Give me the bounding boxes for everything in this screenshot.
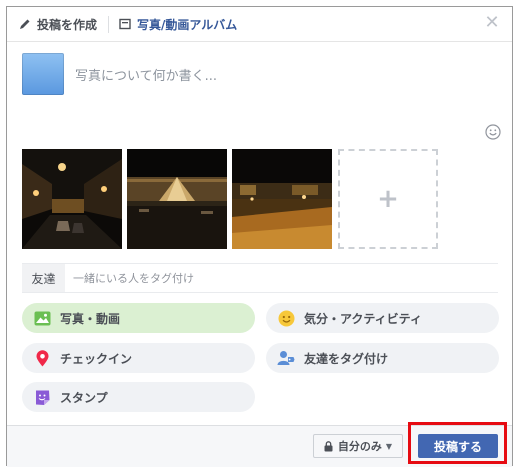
tab-photo-album-label: 写真/動画アルバム <box>137 17 238 32</box>
tag-friends-button[interactable]: 友達をタグ付け <box>266 343 499 373</box>
photo-thumbnail[interactable] <box>22 149 122 249</box>
photo-thumbnail[interactable] <box>232 149 332 249</box>
photo-video-button[interactable]: 写真・動画 <box>22 303 255 333</box>
sticker-icon <box>33 388 51 406</box>
photo-video-label: 写真・動画 <box>60 311 121 326</box>
feeling-activity-button[interactable]: 気分・アクティビティ <box>266 303 499 333</box>
photo-icon <box>33 309 51 327</box>
dialog-header: 投稿を作成 写真/動画アルバム ✕ <box>7 7 512 42</box>
tag-friends-row: 友達 一緒にいる人をタグ付け <box>22 263 498 293</box>
caret-down-icon: ▼ <box>385 441 393 451</box>
smiley-icon <box>277 309 295 327</box>
tab-create-post[interactable]: 投稿を作成 <box>19 7 97 41</box>
pencil-icon <box>19 18 31 30</box>
tab-divider <box>108 16 109 33</box>
check-in-button[interactable]: チェックイン <box>22 343 255 373</box>
tag-friend-icon <box>277 349 295 367</box>
tag-friends-label: 友達 <box>22 264 65 292</box>
privacy-selector[interactable]: 自分のみ ▼ <box>313 434 403 458</box>
avatar <box>22 53 64 95</box>
sticker-button[interactable]: スタンプ <box>22 382 255 412</box>
tag-friends-input[interactable]: 一緒にいる人をタグ付け <box>73 264 194 292</box>
close-icon[interactable]: ✕ <box>482 13 502 33</box>
feeling-activity-label: 気分・アクティビティ <box>304 311 422 326</box>
location-pin-icon <box>33 349 51 367</box>
plus-icon: + <box>377 184 399 214</box>
dialog-footer: 自分のみ ▼ 投稿する <box>7 422 512 467</box>
post-button[interactable]: 投稿する <box>418 434 498 458</box>
sticker-label: スタンプ <box>60 390 108 405</box>
check-in-label: チェックイン <box>60 351 133 366</box>
tab-photo-album[interactable]: 写真/動画アルバム <box>119 7 237 41</box>
status-input[interactable]: 写真について何か書く... <box>75 65 217 84</box>
emoji-icon[interactable] <box>485 124 501 140</box>
album-icon <box>119 18 131 30</box>
add-photo-button[interactable]: + <box>338 149 438 249</box>
create-post-dialog: 投稿を作成 写真/動画アルバム ✕ 写真について何か書く... + 友達 一緒に… <box>6 6 513 467</box>
lock-icon <box>324 440 333 452</box>
photo-thumbnail[interactable] <box>127 149 227 249</box>
privacy-label: 自分のみ <box>337 440 382 453</box>
tag-friends-label-text: 友達をタグ付け <box>304 351 389 366</box>
tab-create-post-label: 投稿を作成 <box>37 17 98 32</box>
